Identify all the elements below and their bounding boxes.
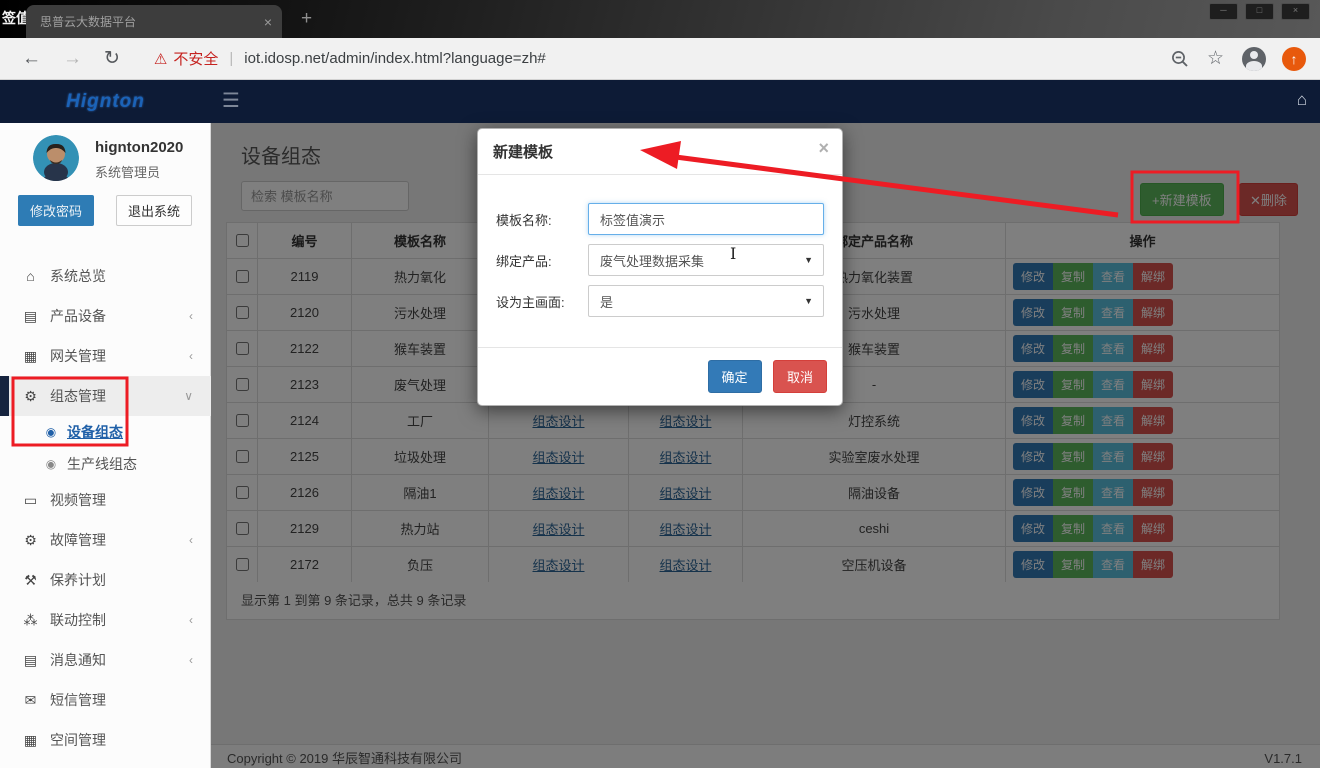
sidebar-item-video-management[interactable]: ▭ 视频管理 <box>0 480 211 520</box>
hamburger-icon[interactable]: ☰ <box>222 88 240 113</box>
chevron-icon: ∨ <box>184 389 193 403</box>
window-controls: ─ □ × <box>1209 3 1310 20</box>
sidebar-item-space-management[interactable]: ▦ 空间管理 <box>0 720 211 760</box>
sidebar-item-maintenance-plan[interactable]: ⚒ 保养计划 <box>0 560 211 600</box>
sidebar-item-label: 设备组态 <box>67 422 193 442</box>
chevron-icon: ‹ <box>189 653 193 667</box>
devices-icon: ▤ <box>22 308 39 325</box>
sidebar: hignton2020 系统管理员 修改密码 退出系统 ⌂系统总览▤产品设备‹▦… <box>0 123 211 768</box>
confirm-button[interactable]: 确定 <box>708 360 762 393</box>
avatar <box>33 135 79 181</box>
sidebar-item-label: 空间管理 <box>50 730 193 750</box>
chevron-icon: ‹ <box>189 349 193 363</box>
app-navbar: Hignton ☰ ⌂ <box>0 80 1320 123</box>
chevron-down-icon: ▼ <box>804 255 813 265</box>
modal-title: 新建模板 <box>493 144 553 161</box>
book-icon: ▤ <box>22 652 39 669</box>
sidebar-item-sms-management[interactable]: ✉ 短信管理 <box>0 680 211 720</box>
sidebar-item-label: 系统总览 <box>50 266 193 286</box>
sidebar-item-label: 视频管理 <box>50 490 193 510</box>
modal-body: 模板名称: 绑定产品: 废气处理数据采集 ▼ 设为主画面: 是 ▼ <box>478 175 842 347</box>
sidebar-item-product-device[interactable]: ▤ 产品设备‹ <box>0 296 211 336</box>
sidebar-item-label: 组态管理 <box>50 386 184 406</box>
sidebar-item-label: 产品设备 <box>50 306 189 326</box>
cancel-button[interactable]: 取消 <box>773 360 827 393</box>
warning-icon: ⚠ <box>154 50 167 68</box>
sidebar-item-label: 联动控制 <box>50 610 189 630</box>
sidebar-item-production-line-configuration[interactable]: ◉ 生产线组态 <box>0 448 211 480</box>
browser-tab[interactable]: 思普云大数据平台 × <box>26 5 282 38</box>
sidebar-menu: ⌂系统总览▤产品设备‹▦网关管理‹⚙组态管理∨◉设备组态◉生产线组态▭视频管理⚙… <box>0 256 211 760</box>
wrench-icon: ⚒ <box>22 572 39 589</box>
zoom-out-icon[interactable] <box>1170 49 1190 69</box>
new-template-modal: 新建模板 × 模板名称: 绑定产品: 废气处理数据采集 ▼ 设为主画面: 是 ▼… <box>477 128 843 406</box>
sidebar-item-label: 消息通知 <box>50 650 189 670</box>
sidebar-item-message-notification[interactable]: ▤ 消息通知‹ <box>0 640 211 680</box>
home-icon[interactable]: ⌂ <box>1297 90 1307 110</box>
user-name: hignton2020 <box>95 139 183 156</box>
close-tab-icon[interactable]: × <box>264 15 272 29</box>
address-bar[interactable]: iot.idosp.net/admin/index.html?language=… <box>244 50 545 67</box>
user-role: 系统管理员 <box>95 162 160 181</box>
sidebar-item-device-configuration[interactable]: ◉ 设备组态 <box>0 416 211 448</box>
new-tab-icon[interactable]: + <box>301 8 312 30</box>
logout-button[interactable]: 退出系统 <box>116 195 192 226</box>
main-screen-label: 设为主画面: <box>496 292 588 311</box>
gears-icon: ⚙ <box>22 388 39 405</box>
modal-footer: 确定 取消 <box>478 347 842 405</box>
profile-icon[interactable] <box>1242 47 1266 71</box>
sitemap-icon: ⁂ <box>22 612 39 629</box>
bind-product-select[interactable]: 废气处理数据采集 ▼ <box>588 244 824 276</box>
envelope-icon: ✉ <box>22 692 39 709</box>
close-icon[interactable]: × <box>818 138 829 159</box>
sidebar-item-label: 故障管理 <box>50 530 189 550</box>
monitor-icon: ▭ <box>22 492 39 509</box>
bind-product-label: 绑定产品: <box>496 251 588 270</box>
dot-circle-icon: ◉ <box>44 425 58 439</box>
sidebar-item-system-overview[interactable]: ⌂ 系统总览 <box>0 256 211 296</box>
dot-circle-icon: ◉ <box>44 457 58 471</box>
browser-titlebar: 签值 思普云大数据平台 × + ─ □ × <box>0 0 1320 38</box>
brand-logo-text: Hignton <box>66 91 145 113</box>
modal-header: 新建模板 × <box>478 129 842 175</box>
change-password-button[interactable]: 修改密码 <box>18 195 94 226</box>
gears-icon: ⚙ <box>22 532 39 549</box>
update-icon[interactable]: ↑ <box>1282 47 1306 71</box>
sidebar-item-label: 网关管理 <box>50 346 189 366</box>
home-icon: ⌂ <box>22 268 39 284</box>
sidebar-item-gateway-management[interactable]: ▦ 网关管理‹ <box>0 336 211 376</box>
chevron-down-icon: ▼ <box>804 296 813 306</box>
chevron-icon: ‹ <box>189 309 193 323</box>
refresh-icon[interactable]: ↻ <box>104 47 120 70</box>
template-name-label: 模板名称: <box>496 210 588 229</box>
template-name-input[interactable] <box>588 203 824 235</box>
sidebar-item-linkage-control[interactable]: ⁂ 联动控制‹ <box>0 600 211 640</box>
back-icon[interactable]: ← <box>22 48 41 70</box>
brand-logo: Hignton <box>0 80 211 123</box>
sidebar-item-label: 短信管理 <box>50 690 193 710</box>
main-screen-select[interactable]: 是 ▼ <box>588 285 824 317</box>
bookmark-star-icon[interactable]: ☆ <box>1207 47 1224 70</box>
browser-toolbar: ← → ↻ ⚠ 不安全 | iot.idosp.net/admin/index.… <box>0 38 1320 80</box>
chevron-icon: ‹ <box>189 613 193 627</box>
url-separator: | <box>229 50 233 67</box>
sidebar-item-configuration-management[interactable]: ⚙ 组态管理∨ <box>0 376 211 416</box>
sidebar-item-fault-management[interactable]: ⚙ 故障管理‹ <box>0 520 211 560</box>
sidebar-item-label: 生产线组态 <box>67 454 193 474</box>
tab-title: 思普云大数据平台 <box>40 13 264 30</box>
space-icon: ▦ <box>22 732 39 749</box>
gateway-icon: ▦ <box>22 348 39 365</box>
maximize-icon[interactable]: □ <box>1245 3 1274 20</box>
chevron-icon: ‹ <box>189 533 193 547</box>
security-label: 不安全 <box>173 48 218 69</box>
sidebar-item-label: 保养计划 <box>50 570 193 590</box>
forward-icon[interactable]: → <box>63 48 82 70</box>
minimize-icon[interactable]: ─ <box>1209 3 1238 20</box>
close-window-icon[interactable]: × <box>1281 3 1310 20</box>
